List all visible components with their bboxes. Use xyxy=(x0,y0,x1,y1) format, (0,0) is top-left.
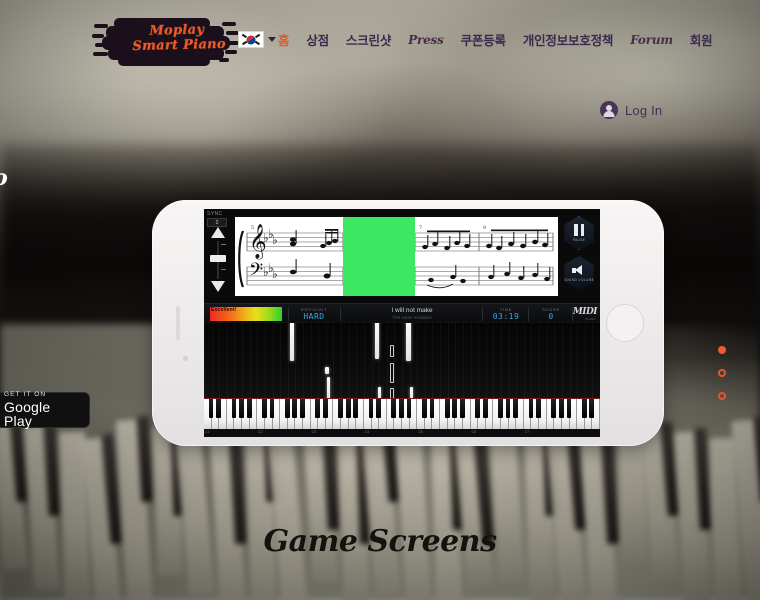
falling-note xyxy=(325,367,329,374)
main-navigation: 홈 상점 스크린샷 Press 쿠폰등록 개인정보보호정책 Forum 회원 xyxy=(278,30,713,49)
song-subtitle: The same mistakes xyxy=(392,315,432,320)
song-title: I will not make xyxy=(391,307,433,314)
scroll-up-icon[interactable] xyxy=(211,227,225,238)
current-measure-highlight xyxy=(343,217,415,296)
volume-label: SOUND VOLUME xyxy=(563,277,595,282)
google-play-big-label: Google Play xyxy=(4,399,51,430)
site-logo[interactable]: Moplay Smart Piano xyxy=(92,12,240,70)
nav-item-privacy-policy[interactable]: 개인정보보호정책 xyxy=(523,30,614,49)
hero-subtitle: 쉬운 방법 xyxy=(0,197,118,217)
chevron-down-icon xyxy=(268,37,276,42)
flag-kr-icon xyxy=(238,31,264,48)
pause-button[interactable]: PAUSE xyxy=(564,216,594,250)
pause-icon xyxy=(574,224,584,236)
nav-item-store[interactable]: 상점 xyxy=(306,30,329,49)
pause-label: PAUSE xyxy=(572,238,586,242)
sync-control[interactable]: SYNC 2 xyxy=(207,211,233,227)
volume-button[interactable]: SOUND VOLUME xyxy=(563,256,595,290)
falling-note xyxy=(390,363,394,383)
midi-brand-sub: PIANO xyxy=(585,317,596,321)
google-play-small-label: GET IT ON xyxy=(4,390,47,398)
user-avatar-icon xyxy=(600,101,618,119)
google-play-badge[interactable]: GET IT ON Google Play xyxy=(0,390,90,430)
falling-note xyxy=(375,323,379,359)
hero-heading-block: Piano 쉬운 방법 xyxy=(0,165,118,217)
score-value: 0 xyxy=(548,312,554,321)
nav-item-screenshots[interactable]: 스크린샷 xyxy=(346,30,391,49)
site-header: Moplay Smart Piano 홈 상점 스크린샷 Press 쿠폰등록 … xyxy=(0,0,760,119)
nav-item-coupon[interactable]: 쿠폰등록 xyxy=(461,30,506,49)
hero-title: Piano xyxy=(0,165,118,191)
falling-notes-area xyxy=(204,323,600,399)
logo-line1: Moplay xyxy=(149,22,205,39)
time-value: 03:19 xyxy=(492,312,520,321)
nav-item-forum[interactable]: Forum xyxy=(630,33,673,47)
sheet-scroll-knob[interactable] xyxy=(210,255,226,262)
svg-text:7: 7 xyxy=(419,225,422,231)
music-staff: 5 6 7 8 𝄞 𝄢 ♭♭♭ ♭♭♭ xyxy=(235,217,558,296)
hero-line-2: 니다 xyxy=(0,293,120,312)
svg-text:8: 8 xyxy=(483,225,486,231)
login-label: Log In xyxy=(625,102,663,118)
google-play-text: GET IT ON Google Play xyxy=(4,390,80,430)
language-selector[interactable] xyxy=(238,31,276,48)
piano-keyboard[interactable]: C1 C2 C3 C4 C5 C6 C7 xyxy=(204,399,600,437)
hero-line-3: 연주하세요! xyxy=(0,317,120,336)
hero-exclaim: play! xyxy=(0,268,120,288)
nav-item-home[interactable]: 홈 xyxy=(278,30,290,49)
section-title: Game Screens xyxy=(263,524,497,559)
scroll-down-icon[interactable] xyxy=(211,281,225,292)
logo-text: Moplay Smart Piano xyxy=(122,22,233,55)
falling-note xyxy=(390,345,394,357)
difficulty-value: HARD xyxy=(303,312,325,321)
speaker-icon xyxy=(572,264,586,276)
carousel-dot-3[interactable] xyxy=(718,392,726,400)
nav-item-member[interactable]: 회원 xyxy=(690,30,713,49)
logo-line2: Smart Piano xyxy=(132,36,227,55)
login-button[interactable]: Log In xyxy=(600,101,662,119)
sync-label: SYNC xyxy=(207,211,223,217)
svg-text:♭: ♭ xyxy=(272,267,278,281)
hero-description-block: play! 니다 연주하세요! xyxy=(0,268,120,336)
game-status-bar: Excellent! DIFFICULT HARD I will not mak… xyxy=(204,303,600,323)
falling-note xyxy=(290,323,294,361)
svg-text:𝄢: 𝄢 xyxy=(249,260,263,285)
nav-item-press[interactable]: Press xyxy=(408,33,444,47)
sheet-music-area: SYNC 2 5 7 8 𝄞 𝄢 ♭ ♭ ♭ ♭ ♭ ♭ PAUSE SOUND… xyxy=(204,209,600,303)
carousel-dots xyxy=(718,346,726,415)
phone-screen: SYNC 2 5 7 8 𝄞 𝄢 ♭ ♭ ♭ ♭ ♭ ♭ PAUSE SOUND… xyxy=(204,209,600,437)
carousel-dot-2[interactable] xyxy=(718,369,726,377)
falling-note xyxy=(327,377,330,399)
phone-mockup: SYNC 2 5 7 8 𝄞 𝄢 ♭ ♭ ♭ ♭ ♭ ♭ PAUSE SOUND… xyxy=(152,200,664,446)
carousel-dot-1[interactable] xyxy=(718,346,726,354)
combo-gauge-label: Excellent! xyxy=(211,307,237,313)
falling-note xyxy=(406,323,411,361)
svg-text:♭: ♭ xyxy=(272,233,278,247)
phone-home-button[interactable] xyxy=(606,304,644,342)
sync-value: 2 xyxy=(207,218,227,227)
phone-speaker-icon xyxy=(176,306,180,340)
phone-camera-icon xyxy=(183,356,188,361)
midi-brand-logo: MIDI xyxy=(572,307,598,317)
